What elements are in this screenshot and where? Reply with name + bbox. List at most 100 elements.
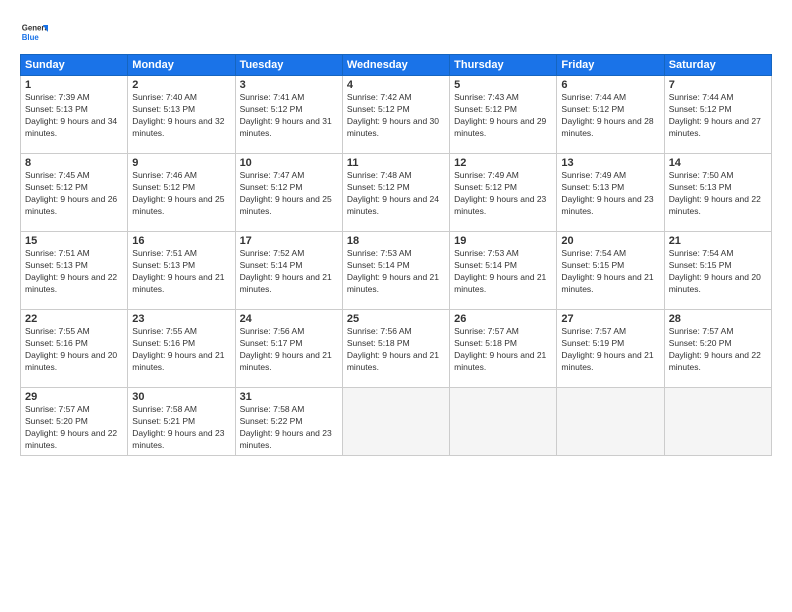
day-info: Sunrise: 7:40 AMSunset: 5:13 PMDaylight:… [132, 92, 230, 140]
day-cell: 17Sunrise: 7:52 AMSunset: 5:14 PMDayligh… [235, 232, 342, 310]
day-cell: 23Sunrise: 7:55 AMSunset: 5:16 PMDayligh… [128, 310, 235, 388]
day-info: Sunrise: 7:41 AMSunset: 5:12 PMDaylight:… [240, 92, 338, 140]
day-info: Sunrise: 7:42 AMSunset: 5:12 PMDaylight:… [347, 92, 445, 140]
day-number: 27 [561, 313, 659, 325]
day-info: Sunrise: 7:49 AMSunset: 5:12 PMDaylight:… [454, 170, 552, 218]
day-number: 2 [132, 79, 230, 91]
weekday-header-monday: Monday [128, 55, 235, 76]
day-cell: 7Sunrise: 7:44 AMSunset: 5:12 PMDaylight… [664, 76, 771, 154]
day-cell: 27Sunrise: 7:57 AMSunset: 5:19 PMDayligh… [557, 310, 664, 388]
day-cell: 28Sunrise: 7:57 AMSunset: 5:20 PMDayligh… [664, 310, 771, 388]
day-info: Sunrise: 7:47 AMSunset: 5:12 PMDaylight:… [240, 170, 338, 218]
week-row-3: 15 Sunrise: 7:51 AMSunset: 5:13 PMDayligh… [21, 232, 772, 310]
day-cell: 1Sunrise: 7:39 AMSunset: 5:13 PMDaylight… [21, 76, 128, 154]
day-cell: 20Sunrise: 7:54 AMSunset: 5:15 PMDayligh… [557, 232, 664, 310]
day-number: 6 [561, 79, 659, 91]
day-number: 14 [669, 157, 767, 169]
day-info: Sunrise: 7:57 AMSunset: 5:19 PMDaylight:… [561, 326, 659, 374]
day-cell: 6Sunrise: 7:44 AMSunset: 5:12 PMDaylight… [557, 76, 664, 154]
day-number: 1 [25, 79, 123, 91]
day-cell: 25Sunrise: 7:56 AMSunset: 5:18 PMDayligh… [342, 310, 449, 388]
weekday-header-row: SundayMondayTuesdayWednesdayThursdayFrid… [21, 55, 772, 76]
day-info: Sunrise: 7:56 AMSunset: 5:18 PMDaylight:… [347, 326, 445, 374]
day-info: Sunrise: 7:43 AMSunset: 5:12 PMDaylight:… [454, 92, 552, 140]
day-info: Sunrise: 7:54 AMSunset: 5:15 PMDaylight:… [561, 248, 659, 296]
day-number: 25 [347, 313, 445, 325]
day-number: 15 [25, 235, 123, 247]
day-number: 21 [669, 235, 767, 247]
calendar-page: General Blue SundayMondayTuesdayWednesda… [0, 0, 792, 612]
day-info: Sunrise: 7:54 AMSunset: 5:15 PMDaylight:… [669, 248, 767, 296]
day-info: Sunrise: 7:51 AMSunset: 5:13 PMDaylight:… [132, 248, 230, 296]
header: General Blue [20, 18, 772, 46]
day-number: 13 [561, 157, 659, 169]
day-cell: 11Sunrise: 7:48 AMSunset: 5:12 PMDayligh… [342, 154, 449, 232]
day-number: 30 [132, 391, 230, 403]
day-info: Sunrise: 7:52 AMSunset: 5:14 PMDaylight:… [240, 248, 338, 296]
day-number: 19 [454, 235, 552, 247]
weekday-header-saturday: Saturday [664, 55, 771, 76]
day-cell: 8Sunrise: 7:45 AMSunset: 5:12 PMDaylight… [21, 154, 128, 232]
svg-text:General: General [22, 23, 48, 32]
day-cell: 31Sunrise: 7:58 AMSunset: 5:22 PMDayligh… [235, 388, 342, 456]
day-info: Sunrise: 7:50 AMSunset: 5:13 PMDaylight:… [669, 170, 767, 218]
day-number: 5 [454, 79, 552, 91]
day-cell: 19Sunrise: 7:53 AMSunset: 5:14 PMDayligh… [450, 232, 557, 310]
day-info: Sunrise: 7:44 AMSunset: 5:12 PMDaylight:… [561, 92, 659, 140]
day-info: Sunrise: 7:44 AMSunset: 5:12 PMDaylight:… [669, 92, 767, 140]
calendar-table: SundayMondayTuesdayWednesdayThursdayFrid… [20, 54, 772, 456]
weekday-header-wednesday: Wednesday [342, 55, 449, 76]
weekday-header-friday: Friday [557, 55, 664, 76]
day-cell: 16Sunrise: 7:51 AMSunset: 5:13 PMDayligh… [128, 232, 235, 310]
weekday-header-thursday: Thursday [450, 55, 557, 76]
svg-text:Blue: Blue [22, 33, 40, 42]
day-number: 31 [240, 391, 338, 403]
day-cell: 29Sunrise: 7:57 AMSunset: 5:20 PMDayligh… [21, 388, 128, 456]
day-cell: 30Sunrise: 7:58 AMSunset: 5:21 PMDayligh… [128, 388, 235, 456]
day-cell: 9Sunrise: 7:46 AMSunset: 5:12 PMDaylight… [128, 154, 235, 232]
day-info: Sunrise: 7:58 AMSunset: 5:22 PMDaylight:… [240, 404, 338, 452]
day-cell [450, 388, 557, 456]
weekday-header-tuesday: Tuesday [235, 55, 342, 76]
day-cell: 12Sunrise: 7:49 AMSunset: 5:12 PMDayligh… [450, 154, 557, 232]
day-number: 22 [25, 313, 123, 325]
week-row-5: 29Sunrise: 7:57 AMSunset: 5:20 PMDayligh… [21, 388, 772, 456]
day-number: 4 [347, 79, 445, 91]
day-cell: 10Sunrise: 7:47 AMSunset: 5:12 PMDayligh… [235, 154, 342, 232]
day-info: Sunrise: 7:45 AMSunset: 5:12 PMDaylight:… [25, 170, 123, 218]
day-cell [664, 388, 771, 456]
logo: General Blue [20, 18, 48, 46]
weekday-header-sunday: Sunday [21, 55, 128, 76]
day-number: 11 [347, 157, 445, 169]
week-row-1: 1Sunrise: 7:39 AMSunset: 5:13 PMDaylight… [21, 76, 772, 154]
day-info: Sunrise: 7:39 AMSunset: 5:13 PMDaylight:… [25, 92, 123, 140]
day-number: 26 [454, 313, 552, 325]
day-number: 28 [669, 313, 767, 325]
day-cell: 3Sunrise: 7:41 AMSunset: 5:12 PMDaylight… [235, 76, 342, 154]
day-number: 16 [132, 235, 230, 247]
week-row-4: 22Sunrise: 7:55 AMSunset: 5:16 PMDayligh… [21, 310, 772, 388]
day-number: 8 [25, 157, 123, 169]
day-cell: 21Sunrise: 7:54 AMSunset: 5:15 PMDayligh… [664, 232, 771, 310]
day-info: Sunrise: 7:55 AMSunset: 5:16 PMDaylight:… [132, 326, 230, 374]
day-info: Sunrise: 7:55 AMSunset: 5:16 PMDaylight:… [25, 326, 123, 374]
day-info: Sunrise: 7:53 AMSunset: 5:14 PMDaylight:… [347, 248, 445, 296]
day-info: Sunrise: 7:46 AMSunset: 5:12 PMDaylight:… [132, 170, 230, 218]
day-cell: 4Sunrise: 7:42 AMSunset: 5:12 PMDaylight… [342, 76, 449, 154]
logo-icon: General Blue [20, 18, 48, 46]
day-number: 12 [454, 157, 552, 169]
day-cell: 18Sunrise: 7:53 AMSunset: 5:14 PMDayligh… [342, 232, 449, 310]
day-cell: 26Sunrise: 7:57 AMSunset: 5:18 PMDayligh… [450, 310, 557, 388]
day-info: Sunrise: 7:57 AMSunset: 5:20 PMDaylight:… [25, 404, 123, 452]
day-number: 29 [25, 391, 123, 403]
day-number: 20 [561, 235, 659, 247]
day-number: 24 [240, 313, 338, 325]
day-cell [557, 388, 664, 456]
day-cell: 5Sunrise: 7:43 AMSunset: 5:12 PMDaylight… [450, 76, 557, 154]
day-cell: 24Sunrise: 7:56 AMSunset: 5:17 PMDayligh… [235, 310, 342, 388]
day-info: Sunrise: 7:57 AMSunset: 5:18 PMDaylight:… [454, 326, 552, 374]
day-info: Sunrise: 7:57 AMSunset: 5:20 PMDaylight:… [669, 326, 767, 374]
week-row-2: 8Sunrise: 7:45 AMSunset: 5:12 PMDaylight… [21, 154, 772, 232]
day-number: 23 [132, 313, 230, 325]
day-number: 10 [240, 157, 338, 169]
